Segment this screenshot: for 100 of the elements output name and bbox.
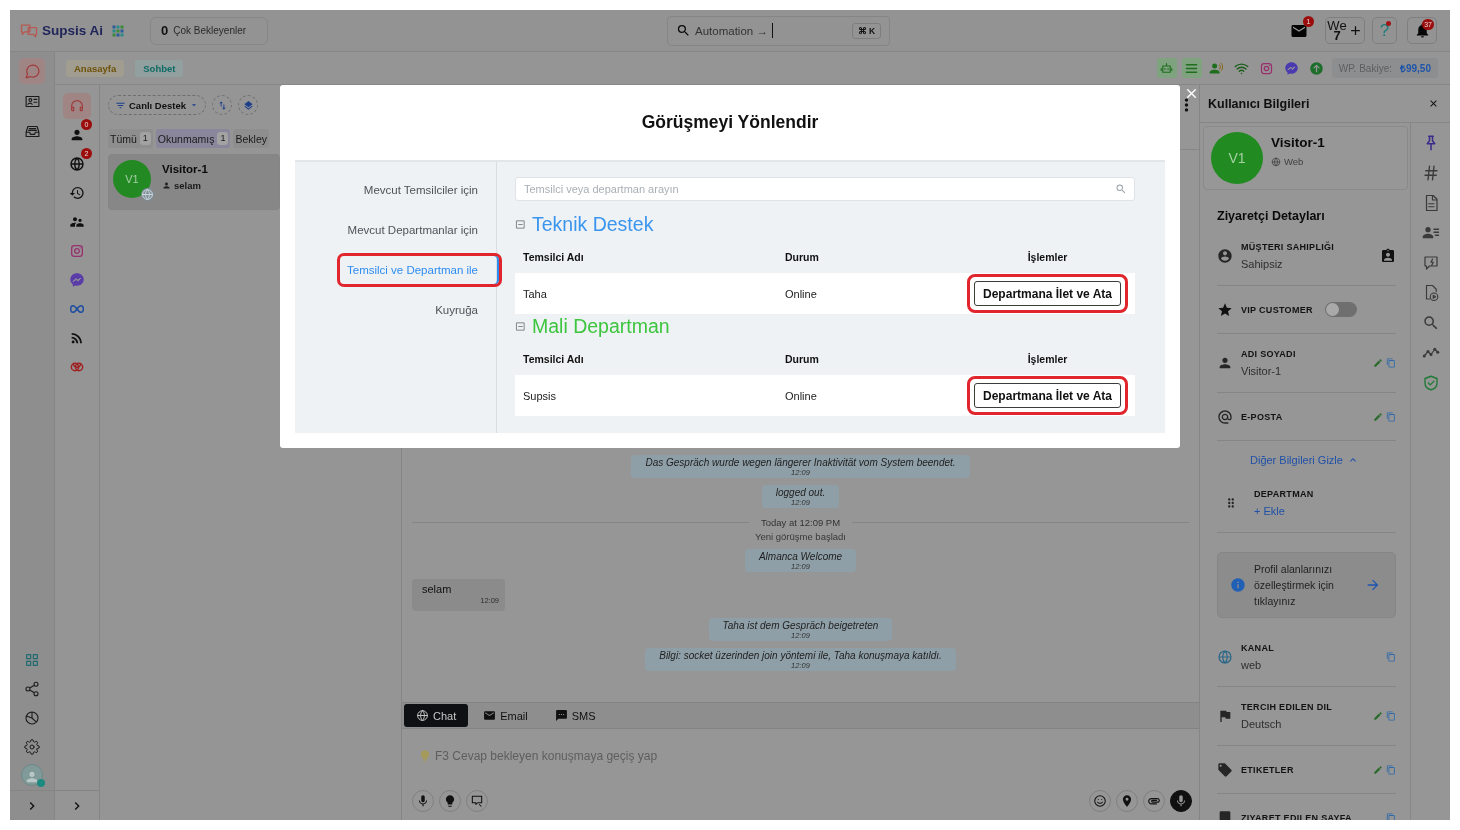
notice-text: Yeni görüşme başladı (755, 531, 846, 542)
close-icon[interactable] (1428, 98, 1439, 109)
assign-button[interactable]: Departmana İlet ve Ata (974, 383, 1121, 408)
info-icon (1230, 577, 1246, 593)
count-badge: 1 (217, 132, 229, 145)
list-icon[interactable] (1181, 58, 1202, 78)
channel-tab[interactable]: SMS (542, 704, 608, 727)
hash-icon[interactable] (1421, 164, 1440, 182)
copy-icon[interactable] (1386, 652, 1396, 662)
message-preview: selam (174, 180, 201, 191)
person-icon (162, 181, 171, 190)
column-header: Durum (785, 353, 820, 365)
table-cell-text: Supsis (522, 389, 558, 402)
field-label: ETIKETLER (1241, 764, 1294, 775)
panel-title: Kullanıcı Bilgileri (1208, 96, 1310, 111)
search-field[interactable]: Temsilci veya departman arayın (515, 177, 1135, 201)
info-text: Profil alanlarınızı özelleştirmek için tıklayınız (1254, 562, 1335, 609)
column-header: Temsilci Adı (522, 353, 585, 365)
field-label: MÜŞTERI SAHIPLIĞI (1241, 242, 1335, 252)
vip-toggle[interactable] (1324, 302, 1357, 317)
flag-icon (1217, 708, 1233, 724)
arrow-right-icon[interactable] (1365, 577, 1381, 593)
workspace-button[interactable]: We 7 (1325, 17, 1365, 44)
filter-tab[interactable]: Okunmamış 1 (155, 129, 231, 148)
tag-icon (1217, 761, 1233, 778)
message-input[interactable]: F3 Cevap bekleyen konuşmaya geçiş yap (435, 746, 1155, 766)
copy-icon[interactable] (1386, 711, 1396, 721)
user-avatar-icon[interactable] (21, 764, 43, 786)
visitor-avatar: V1 (1211, 132, 1263, 184)
assign-button[interactable]: Departmana İlet ve Ata (974, 281, 1121, 306)
pencil-icon[interactable] (1373, 711, 1383, 721)
instagram-icon (69, 243, 85, 259)
visitor-name: Visitor-1 (1271, 135, 1325, 150)
filter-tab[interactable]: Tümü 1 (108, 129, 153, 148)
apps-grid-icon[interactable] (112, 24, 124, 37)
balance-value: ₺99,50 (1399, 62, 1431, 75)
close-icon[interactable] (1185, 87, 1198, 100)
waiting-button[interactable]: 0 Çok Bekleyenler (150, 16, 268, 45)
pencil-icon[interactable] (1373, 358, 1383, 368)
globe-icon (1217, 649, 1233, 665)
field-value: Visitor-1 (1241, 365, 1283, 377)
chat-alert-icon[interactable] (1421, 254, 1440, 272)
search-icon (676, 23, 691, 38)
visitor-avatar: V1 (113, 160, 151, 198)
info-card[interactable]: Profil alanlarınızı özelleştirmek için tıklayınız (1217, 552, 1396, 618)
headset-icon (69, 98, 85, 114)
nav-option[interactable]: Mevcut Departmanlar için (337, 213, 502, 247)
globe-icon (1271, 156, 1281, 167)
copy-icon[interactable] (1386, 812, 1396, 820)
nav-option[interactable]: Temsilci ve Departman ile (337, 253, 502, 287)
shortcut-hint: ⌘ K (851, 22, 881, 39)
field-label: DEPARTMAN (1254, 489, 1314, 499)
column-header: Temsilci Adı (522, 251, 585, 263)
pencil-icon[interactable] (1373, 411, 1383, 422)
globe-icon (69, 156, 85, 172)
star-icon (1217, 301, 1233, 318)
filter-tab[interactable]: Bekley (233, 129, 269, 148)
field-label: VIP CUSTOMER (1241, 304, 1313, 315)
logo-text: Supsis Ai (42, 23, 103, 38)
channel-label: Web (1284, 156, 1304, 167)
collapse-icon[interactable] (515, 218, 526, 230)
field-label: TERCIH EDILEN DIL (1241, 702, 1333, 712)
table-cell-text: Online (785, 287, 818, 300)
message-text: selam (422, 583, 453, 595)
contact-name: Visitor-1 (162, 163, 208, 175)
pencil-icon[interactable] (1373, 764, 1383, 775)
search-field[interactable]: Automation → ⌘ K (667, 15, 890, 46)
nav-option[interactable]: Kuyruğa (425, 293, 502, 327)
channel-tab[interactable]: Email (471, 704, 540, 727)
rss-icon (69, 330, 85, 346)
collapse-icon[interactable] (515, 320, 526, 332)
modal-title: Görüşmeyi Yönlendir (641, 112, 819, 133)
table-cell-text: Online (785, 389, 818, 402)
department-heading: Teknik Destek (532, 212, 654, 236)
copy-icon[interactable] (1386, 358, 1396, 368)
channel-tab[interactable]: Chat (404, 704, 469, 727)
table-cell-text: Taha (522, 287, 548, 300)
message-text: Almanca Welcome (758, 551, 843, 563)
message-text: logged out. (775, 487, 826, 499)
copy-icon[interactable] (1386, 411, 1396, 422)
count-badge: 1 (139, 132, 151, 145)
globe-icon (416, 709, 429, 722)
mail-icon (483, 709, 497, 722)
person-icon (1217, 355, 1233, 371)
shield-check-icon[interactable] (1421, 374, 1440, 392)
clipboard-account-icon[interactable] (1380, 248, 1396, 264)
search-icon[interactable] (1421, 314, 1440, 332)
field-label: ZIYARET EDILEN SAYFA (1241, 812, 1352, 820)
column-header: İşlemler (1027, 251, 1068, 263)
robot-icon[interactable] (1156, 58, 1177, 78)
search-icon (1115, 183, 1127, 195)
nav-option[interactable]: Mevcut Temsilciler için (353, 173, 502, 207)
section-title: Ziyaretçi Detayları (1217, 209, 1326, 223)
field-value: web (1241, 659, 1263, 671)
message-text: Das Gespräch wurde wegen längerer Inaktivität vom System beendet. (645, 457, 956, 469)
conversation-item[interactable]: V1 Visitor-1 selam (108, 154, 280, 210)
microphone-icon[interactable] (1170, 790, 1192, 812)
copy-icon[interactable] (1386, 764, 1396, 775)
date-divider-text: Today at 12:09 PM (760, 517, 841, 528)
more-icon[interactable] (1184, 98, 1189, 112)
